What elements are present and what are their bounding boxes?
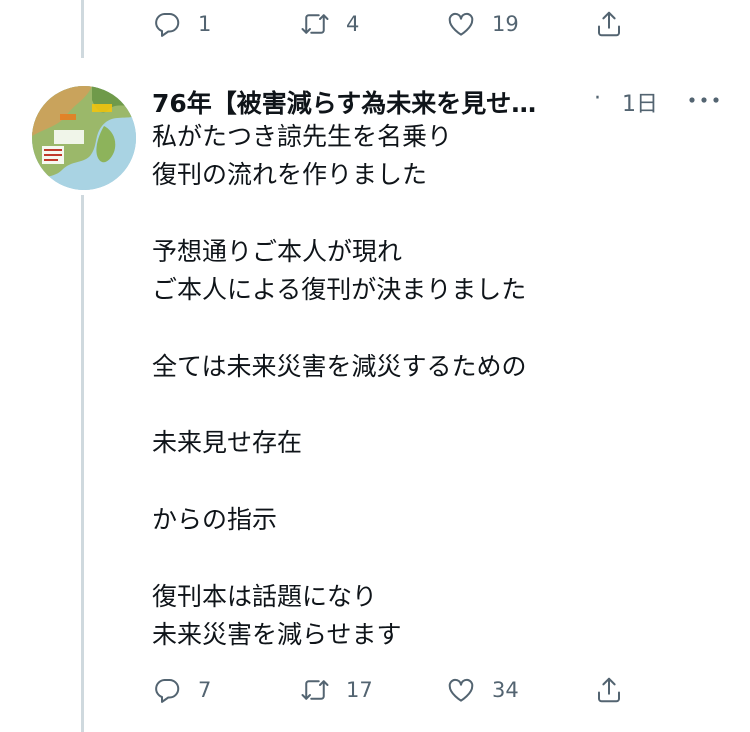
like-button[interactable]: 19: [446, 4, 519, 44]
reply-icon: [155, 13, 180, 37]
timestamp[interactable]: 1日: [622, 86, 658, 118]
more-button[interactable]: [686, 88, 722, 112]
reply-button[interactable]: 1: [152, 4, 211, 44]
like-count: 34: [492, 678, 519, 702]
reply-count: 7: [198, 678, 212, 702]
previous-tweet-action-bar: 1 4 19: [152, 4, 632, 44]
retweet-icon: [301, 680, 329, 700]
heart-icon: [448, 678, 474, 702]
author-name[interactable]: 76年【被害減らす為未来を見せ…: [152, 84, 536, 120]
separator-dot: ·: [594, 86, 601, 111]
tweet-text: 私がたつき諒先生を名乗り 復刊の流れを作りました 予想通りご本人が現れ ご本人に…: [152, 122, 527, 649]
share-icon: [598, 677, 620, 703]
retweet-count: 17: [346, 678, 373, 702]
tweet-action-bar: 7 17 34: [152, 670, 632, 710]
thread-connector: [81, 195, 84, 732]
retweet-button[interactable]: 4: [300, 4, 359, 44]
tweet-header: 76年【被害減らす為未来を見せ… · 1日: [152, 84, 726, 118]
more-icon: [689, 97, 719, 103]
retweet-button[interactable]: 17: [300, 670, 373, 710]
share-icon: [598, 11, 620, 37]
share-button[interactable]: [594, 670, 624, 710]
retweet-icon: [301, 14, 329, 34]
reply-button[interactable]: 7: [152, 670, 211, 710]
reply-icon: [155, 679, 180, 703]
heart-icon: [448, 12, 474, 36]
share-button[interactable]: [594, 4, 624, 44]
thread-connector-top: [81, 0, 84, 58]
retweet-count: 4: [346, 12, 360, 36]
like-button[interactable]: 34: [446, 670, 519, 710]
like-count: 19: [492, 12, 519, 36]
avatar-map-image: [32, 86, 136, 190]
reply-count: 1: [198, 12, 212, 36]
avatar[interactable]: [32, 86, 136, 190]
